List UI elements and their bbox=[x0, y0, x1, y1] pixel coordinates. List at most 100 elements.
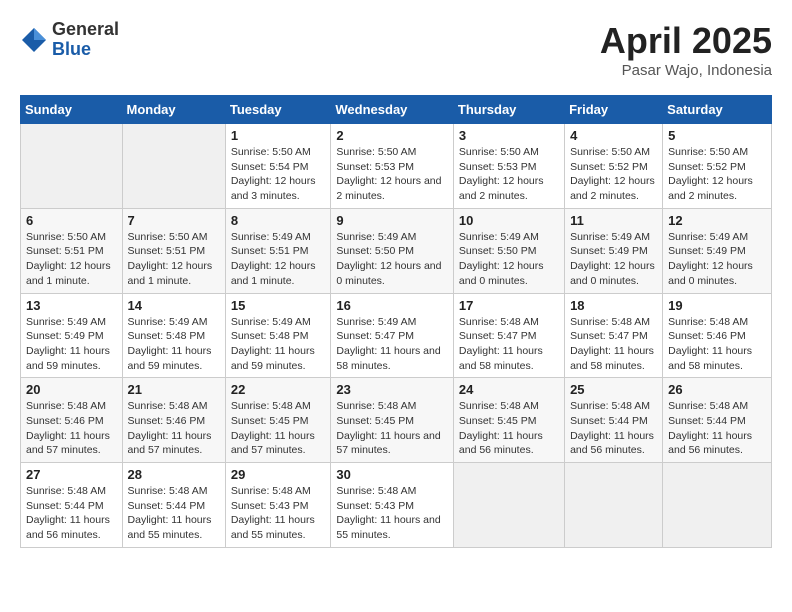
page-header: General Blue April 2025 Pasar Wajo, Indo… bbox=[20, 20, 772, 79]
calendar-cell: 28Sunrise: 5:48 AM Sunset: 5:44 PM Dayli… bbox=[122, 463, 225, 548]
logo-blue-text: Blue bbox=[52, 40, 119, 60]
day-detail: Sunrise: 5:48 AM Sunset: 5:47 PM Dayligh… bbox=[570, 315, 657, 374]
calendar-cell: 13Sunrise: 5:49 AM Sunset: 5:49 PM Dayli… bbox=[21, 293, 123, 378]
day-number: 21 bbox=[128, 382, 220, 397]
day-number: 25 bbox=[570, 382, 657, 397]
day-number: 26 bbox=[668, 382, 766, 397]
day-number: 27 bbox=[26, 467, 117, 482]
weekday-header-tuesday: Tuesday bbox=[225, 96, 331, 124]
day-number: 19 bbox=[668, 298, 766, 313]
calendar-cell: 3 Sunrise: 5:50 AM Sunset: 5:53 PM Daylig… bbox=[453, 124, 564, 209]
calendar-cell: 23Sunrise: 5:48 AM Sunset: 5:45 PM Dayli… bbox=[331, 378, 454, 463]
day-detail: Sunrise: 5:49 AM Sunset: 5:49 PM Dayligh… bbox=[570, 230, 657, 289]
day-number: 17 bbox=[459, 298, 559, 313]
day-detail: Sunrise: 5:48 AM Sunset: 5:46 PM Dayligh… bbox=[668, 315, 766, 374]
weekday-header-friday: Friday bbox=[565, 96, 663, 124]
day-detail: Sunrise: 5:50 AM Sunset: 5:54 PM Dayligh… bbox=[231, 145, 326, 204]
calendar-cell bbox=[565, 463, 663, 548]
calendar-cell: 17Sunrise: 5:48 AM Sunset: 5:47 PM Dayli… bbox=[453, 293, 564, 378]
day-detail: Sunrise: 5:48 AM Sunset: 5:46 PM Dayligh… bbox=[26, 399, 117, 458]
calendar-cell: 16 Sunrise: 5:49 AM Sunset: 5:47 PM Dayli… bbox=[331, 293, 454, 378]
day-number: 9 bbox=[336, 213, 448, 228]
day-number: 3 bbox=[459, 128, 559, 143]
day-number: 4 bbox=[570, 128, 657, 143]
calendar-cell: 14 Sunrise: 5:49 AM Sunset: 5:48 PM Dayli… bbox=[122, 293, 225, 378]
day-detail: Sunrise: 5:50 AM Sunset: 5:53 PM Dayligh… bbox=[336, 145, 448, 204]
calendar-cell bbox=[663, 463, 772, 548]
day-detail: Sunrise: 5:50 AM Sunset: 5:52 PM Dayligh… bbox=[668, 145, 766, 204]
weekday-header-monday: Monday bbox=[122, 96, 225, 124]
day-detail: Sunrise: 5:50 AM Sunset: 5:51 PM Dayligh… bbox=[26, 230, 117, 289]
calendar-cell: 15 Sunrise: 5:49 AM Sunset: 5:48 PM Dayli… bbox=[225, 293, 331, 378]
day-number: 18 bbox=[570, 298, 657, 313]
day-number: 11 bbox=[570, 213, 657, 228]
day-detail: Sunrise: 5:48 AM Sunset: 5:44 PM Dayligh… bbox=[668, 399, 766, 458]
calendar-cell bbox=[122, 124, 225, 209]
day-detail: Sunrise: 5:48 AM Sunset: 5:44 PM Dayligh… bbox=[570, 399, 657, 458]
title-block: April 2025 Pasar Wajo, Indonesia bbox=[600, 20, 772, 79]
calendar-cell: 2 Sunrise: 5:50 AM Sunset: 5:53 PM Daylig… bbox=[331, 124, 454, 209]
logo-general-text: General bbox=[52, 20, 119, 40]
calendar-week-row: 27Sunrise: 5:48 AM Sunset: 5:44 PM Dayli… bbox=[21, 463, 772, 548]
day-number: 13 bbox=[26, 298, 117, 313]
day-detail: Sunrise: 5:49 AM Sunset: 5:50 PM Dayligh… bbox=[459, 230, 559, 289]
calendar-cell bbox=[21, 124, 123, 209]
day-detail: Sunrise: 5:48 AM Sunset: 5:46 PM Dayligh… bbox=[128, 399, 220, 458]
calendar-cell: 11 Sunrise: 5:49 AM Sunset: 5:49 PM Dayli… bbox=[565, 208, 663, 293]
day-number: 2 bbox=[336, 128, 448, 143]
calendar-cell: 12 Sunrise: 5:49 AM Sunset: 5:49 PM Dayli… bbox=[663, 208, 772, 293]
day-detail: Sunrise: 5:49 AM Sunset: 5:48 PM Dayligh… bbox=[128, 315, 220, 374]
day-number: 10 bbox=[459, 213, 559, 228]
calendar-week-row: 6 Sunrise: 5:50 AM Sunset: 5:51 PM Daylig… bbox=[21, 208, 772, 293]
day-number: 6 bbox=[26, 213, 117, 228]
calendar-cell: 5Sunrise: 5:50 AM Sunset: 5:52 PM Daylig… bbox=[663, 124, 772, 209]
day-detail: Sunrise: 5:50 AM Sunset: 5:53 PM Dayligh… bbox=[459, 145, 559, 204]
day-number: 12 bbox=[668, 213, 766, 228]
day-number: 8 bbox=[231, 213, 326, 228]
day-number: 14 bbox=[128, 298, 220, 313]
day-detail: Sunrise: 5:49 AM Sunset: 5:49 PM Dayligh… bbox=[668, 230, 766, 289]
day-detail: Sunrise: 5:49 AM Sunset: 5:48 PM Dayligh… bbox=[231, 315, 326, 374]
calendar-cell: 22 Sunrise: 5:48 AM Sunset: 5:45 PM Dayli… bbox=[225, 378, 331, 463]
calendar-cell: 18 Sunrise: 5:48 AM Sunset: 5:47 PM Dayli… bbox=[565, 293, 663, 378]
calendar-cell: 4 Sunrise: 5:50 AM Sunset: 5:52 PM Daylig… bbox=[565, 124, 663, 209]
calendar-cell: 8 Sunrise: 5:49 AM Sunset: 5:51 PM Daylig… bbox=[225, 208, 331, 293]
day-number: 15 bbox=[231, 298, 326, 313]
calendar-week-row: 20 Sunrise: 5:48 AM Sunset: 5:46 PM Dayli… bbox=[21, 378, 772, 463]
location-subtitle: Pasar Wajo, Indonesia bbox=[600, 62, 772, 79]
day-number: 20 bbox=[26, 382, 117, 397]
day-detail: Sunrise: 5:48 AM Sunset: 5:45 PM Dayligh… bbox=[336, 399, 448, 458]
calendar-cell bbox=[453, 463, 564, 548]
calendar-cell: 7 Sunrise: 5:50 AM Sunset: 5:51 PM Daylig… bbox=[122, 208, 225, 293]
calendar-cell: 10 Sunrise: 5:49 AM Sunset: 5:50 PM Dayli… bbox=[453, 208, 564, 293]
day-number: 16 bbox=[336, 298, 448, 313]
calendar-cell: 20 Sunrise: 5:48 AM Sunset: 5:46 PM Dayli… bbox=[21, 378, 123, 463]
day-detail: Sunrise: 5:49 AM Sunset: 5:51 PM Dayligh… bbox=[231, 230, 326, 289]
day-number: 7 bbox=[128, 213, 220, 228]
day-number: 22 bbox=[231, 382, 326, 397]
calendar-cell: 24 Sunrise: 5:48 AM Sunset: 5:45 PM Dayli… bbox=[453, 378, 564, 463]
day-detail: Sunrise: 5:50 AM Sunset: 5:51 PM Dayligh… bbox=[128, 230, 220, 289]
day-detail: Sunrise: 5:48 AM Sunset: 5:45 PM Dayligh… bbox=[459, 399, 559, 458]
day-number: 29 bbox=[231, 467, 326, 482]
weekday-header-thursday: Thursday bbox=[453, 96, 564, 124]
calendar-week-row: 13Sunrise: 5:49 AM Sunset: 5:49 PM Dayli… bbox=[21, 293, 772, 378]
logo-icon bbox=[20, 26, 48, 54]
weekday-header-row: SundayMondayTuesdayWednesdayThursdayFrid… bbox=[21, 96, 772, 124]
day-detail: Sunrise: 5:48 AM Sunset: 5:43 PM Dayligh… bbox=[231, 484, 326, 543]
calendar-cell: 27Sunrise: 5:48 AM Sunset: 5:44 PM Dayli… bbox=[21, 463, 123, 548]
calendar-cell: 30Sunrise: 5:48 AM Sunset: 5:43 PM Dayli… bbox=[331, 463, 454, 548]
calendar-table: SundayMondayTuesdayWednesdayThursdayFrid… bbox=[20, 95, 772, 548]
day-detail: Sunrise: 5:49 AM Sunset: 5:47 PM Dayligh… bbox=[336, 315, 448, 374]
calendar-cell: 1Sunrise: 5:50 AM Sunset: 5:54 PM Daylig… bbox=[225, 124, 331, 209]
weekday-header-saturday: Saturday bbox=[663, 96, 772, 124]
calendar-cell: 29 Sunrise: 5:48 AM Sunset: 5:43 PM Dayli… bbox=[225, 463, 331, 548]
day-number: 24 bbox=[459, 382, 559, 397]
day-number: 30 bbox=[336, 467, 448, 482]
day-detail: Sunrise: 5:49 AM Sunset: 5:50 PM Dayligh… bbox=[336, 230, 448, 289]
calendar-cell: 9 Sunrise: 5:49 AM Sunset: 5:50 PM Daylig… bbox=[331, 208, 454, 293]
logo: General Blue bbox=[20, 20, 119, 60]
calendar-cell: 26 Sunrise: 5:48 AM Sunset: 5:44 PM Dayli… bbox=[663, 378, 772, 463]
day-detail: Sunrise: 5:48 AM Sunset: 5:45 PM Dayligh… bbox=[231, 399, 326, 458]
day-detail: Sunrise: 5:50 AM Sunset: 5:52 PM Dayligh… bbox=[570, 145, 657, 204]
